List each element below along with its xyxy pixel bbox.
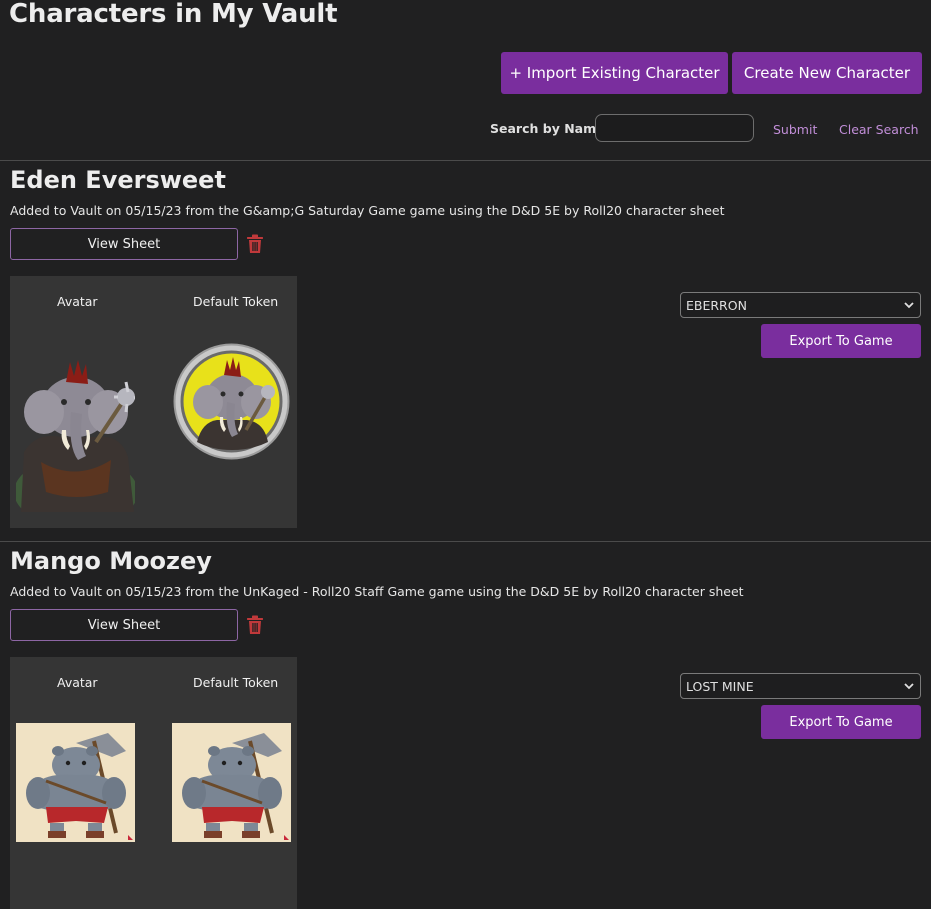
game-select-value: EBERRON: [686, 297, 747, 313]
character-name: Eden Eversweet: [10, 166, 226, 194]
character-name: Mango Moozey: [10, 547, 212, 575]
character-card: Mango Moozey Added to Vault on 05/15/23 …: [0, 547, 931, 909]
view-sheet-button[interactable]: View Sheet: [10, 228, 238, 260]
chevron-down-icon: [904, 683, 914, 690]
search-label: Search by Name:: [490, 121, 610, 136]
page-title: Characters in My Vault: [9, 0, 338, 29]
import-character-button[interactable]: + Import Existing Character: [501, 52, 728, 94]
export-to-game-button[interactable]: Export To Game: [761, 324, 921, 358]
clear-search-link[interactable]: Clear Search: [839, 122, 919, 137]
export-to-game-button[interactable]: Export To Game: [761, 705, 921, 739]
character-card: Eden Eversweet Added to Vault on 05/15/2…: [0, 166, 931, 540]
trash-icon[interactable]: [246, 234, 264, 254]
default-token-label: Default Token: [193, 294, 279, 309]
character-meta: Added to Vault on 05/15/23 from the UnKa…: [10, 584, 744, 599]
game-select[interactable]: LOST MINE: [680, 673, 921, 699]
view-sheet-button[interactable]: View Sheet: [10, 609, 238, 641]
images-panel: Avatar Default Token: [10, 276, 297, 528]
avatar-image: [16, 723, 135, 842]
trash-icon[interactable]: [246, 615, 264, 635]
divider: [0, 160, 931, 161]
divider: [0, 541, 931, 542]
game-select[interactable]: EBERRON: [680, 292, 921, 318]
default-token-image: [172, 342, 291, 461]
default-token-image: [172, 723, 291, 842]
images-panel: Avatar Default Token: [10, 657, 297, 909]
create-character-button[interactable]: Create New Character: [732, 52, 922, 94]
avatar-label: Avatar: [57, 294, 98, 309]
game-select-value: LOST MINE: [686, 678, 754, 694]
character-meta: Added to Vault on 05/15/23 from the G&am…: [10, 203, 725, 218]
chevron-down-icon: [904, 302, 914, 309]
submit-link[interactable]: Submit: [773, 122, 817, 137]
avatar-image: [16, 342, 135, 512]
default-token-label: Default Token: [193, 675, 279, 690]
avatar-label: Avatar: [57, 675, 98, 690]
search-input[interactable]: [595, 114, 754, 142]
